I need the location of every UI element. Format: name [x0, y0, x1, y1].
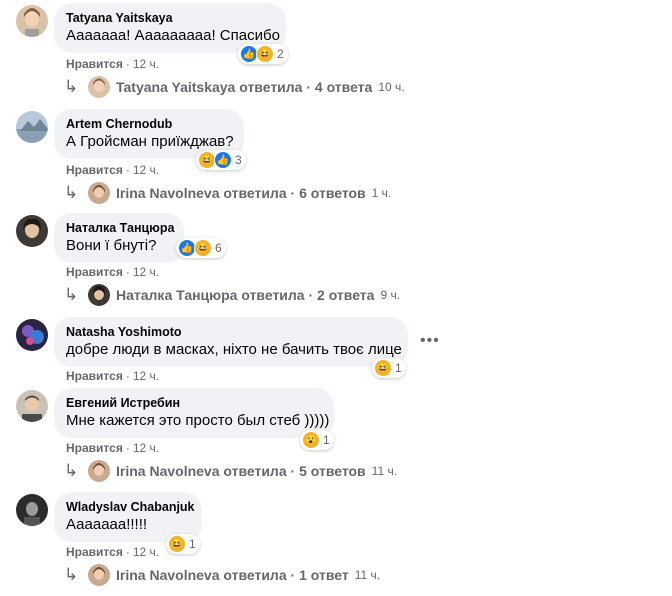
reactions-badge[interactable]: 😮 1: [300, 430, 334, 450]
like-icon: 👍: [214, 151, 232, 169]
reply-arrow-icon: ↳: [64, 77, 79, 96]
avatar[interactable]: [16, 390, 48, 422]
reply-arrow-icon: ↳: [64, 461, 79, 480]
reactions-badge[interactable]: 👍 😆 6: [176, 238, 226, 258]
comment-time[interactable]: 12 ч.: [133, 163, 159, 177]
comment-time[interactable]: 12 ч.: [133, 441, 159, 455]
reaction-count: 2: [277, 47, 284, 61]
comment-actions: Нравится · 12 ч.: [66, 545, 160, 559]
reply-avatar: [88, 460, 110, 482]
comment-actions: Нравится · 12 ч.: [66, 57, 160, 71]
comment-bubble: Наталка Танцюра Вони ї бнуті?: [54, 213, 184, 263]
reply-arrow-icon: ↳: [64, 183, 79, 202]
avatar[interactable]: [16, 319, 48, 351]
replies-link[interactable]: ↳ Irina Navolneva ответила · 5 ответов 1…: [64, 460, 397, 482]
reaction-count: 6: [215, 241, 222, 255]
haha-icon: 😆: [194, 239, 212, 257]
reaction-count: 3: [235, 153, 242, 167]
comment-actions: Нравится · 12 ч.: [66, 441, 160, 455]
reply-time: 1 ч.: [371, 186, 392, 200]
avatar[interactable]: [16, 215, 48, 247]
reply-avatar: [88, 564, 110, 586]
reactions-badge[interactable]: 😆 1: [372, 358, 406, 378]
reply-summary[interactable]: Tatyana Yaitskaya ответила · 4 ответа: [116, 79, 372, 95]
reply-avatar: [88, 76, 110, 98]
haha-icon: 😆: [256, 45, 274, 63]
reply-summary[interactable]: Irina Navolneva ответила · 5 ответов: [116, 463, 366, 479]
haha-icon: 😆: [374, 359, 392, 377]
comment-text: добре люди в масках, ніхто не бачить тво…: [66, 341, 402, 358]
more-options-icon[interactable]: •••: [420, 332, 440, 350]
reply-summary[interactable]: Irina Navolneva ответила · 1 ответ: [116, 567, 349, 583]
comment-actions: Нравится · 12 ч.: [66, 369, 160, 383]
haha-icon: 😆: [168, 535, 186, 553]
like-button[interactable]: Нравится: [66, 57, 123, 71]
comment-time[interactable]: 12 ч.: [133, 369, 159, 383]
reply-summary[interactable]: Наталка Танцюра ответила · 2 ответа: [116, 287, 374, 303]
comment-author[interactable]: Tatyana Yaitskaya: [66, 10, 274, 26]
avatar[interactable]: [16, 5, 48, 37]
reply-avatar: [88, 182, 110, 204]
comment-bubble: Евгений Истребин Мне кажется это просто …: [54, 388, 334, 438]
comment-text: Ааааааа! Ааааааааа! Спасибо: [66, 27, 280, 44]
like-button[interactable]: Нравится: [66, 265, 123, 279]
avatar[interactable]: [16, 111, 48, 143]
replies-link[interactable]: ↳ Наталка Танцюра ответила · 2 ответа 9 …: [64, 284, 400, 306]
avatar[interactable]: [16, 494, 48, 526]
replies-link[interactable]: ↳ Irina Navolneva ответила · 6 ответов 1…: [64, 182, 391, 204]
like-button[interactable]: Нравится: [66, 369, 123, 383]
reply-time: 10 ч.: [378, 80, 405, 94]
reaction-count: 1: [189, 537, 196, 551]
reactions-badge[interactable]: 👍 😆 2: [238, 44, 288, 64]
reactions-badge[interactable]: 😆 👍 3: [196, 150, 246, 170]
like-button[interactable]: Нравится: [66, 163, 123, 177]
reply-arrow-icon: ↳: [64, 285, 79, 304]
comment-time[interactable]: 12 ч.: [133, 265, 159, 279]
comment-author[interactable]: Artem Chernodub: [66, 116, 232, 132]
comment-author[interactable]: Наталка Танцюра: [66, 220, 174, 236]
comment-actions: Нравится · 12 ч.: [66, 163, 160, 177]
comment-text: Ааааааа!!!!!: [66, 516, 148, 533]
comment-time[interactable]: 12 ч.: [133, 57, 159, 71]
comment-author[interactable]: Natasha Yoshimoto: [66, 324, 396, 340]
replies-link[interactable]: ↳ Irina Navolneva ответила · 1 ответ 11 …: [64, 564, 380, 586]
comment-author[interactable]: Евгений Истребин: [66, 395, 322, 411]
replies-link[interactable]: ↳ Tatyana Yaitskaya ответила · 4 ответа …: [64, 76, 405, 98]
reactions-badge[interactable]: 😆 1: [166, 534, 200, 554]
wow-icon: 😮: [302, 431, 320, 449]
reply-time: 11 ч.: [371, 464, 398, 478]
comment-text: Вони ї бнуті?: [66, 237, 157, 254]
reply-time: 11 ч.: [354, 568, 381, 582]
reply-arrow-icon: ↳: [64, 565, 79, 584]
reply-summary[interactable]: Irina Navolneva ответила · 6 ответов: [116, 185, 366, 201]
comment-actions: Нравится · 12 ч.: [66, 265, 160, 279]
comment-text: Мне кажется это просто был стеб ))))): [66, 412, 330, 429]
comment-author[interactable]: Wladyslav Chabanjuk: [66, 499, 195, 515]
reply-time: 9 ч.: [380, 288, 401, 302]
comment-time[interactable]: 12 ч.: [133, 545, 159, 559]
like-button[interactable]: Нравится: [66, 441, 123, 455]
reply-avatar: [88, 284, 110, 306]
comment-bubble: Natasha Yoshimoto добре люди в масках, н…: [54, 317, 408, 367]
reaction-count: 1: [395, 361, 402, 375]
reaction-count: 1: [323, 433, 330, 447]
like-button[interactable]: Нравится: [66, 545, 123, 559]
comment-text: А Гройсман приїжджав?: [66, 133, 234, 150]
